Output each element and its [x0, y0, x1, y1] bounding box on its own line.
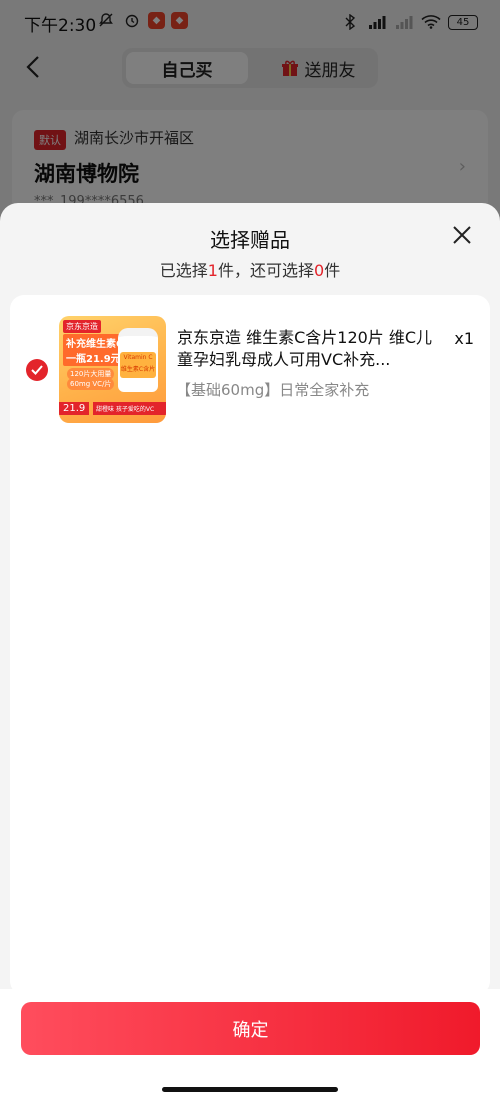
product-thumbnail[interactable]: 京东京造 补充维生素C 一瓶21.9元 120片大用量 60mg VC/片 Vi…	[59, 316, 166, 423]
product-title[interactable]: 京东京造 维生素C含片120片 维C儿童孕妇乳母成人可用VC补充...	[177, 327, 437, 371]
summary-suffix: 件	[324, 261, 341, 280]
gift-selection-sheet: 选择赠品 已选择1件，还可选择0件 京东京造 补充维生素C 一瓶21.9元 12…	[0, 203, 500, 1111]
home-indicator[interactable]	[162, 1087, 338, 1092]
sheet-footer: 确定	[0, 989, 500, 1111]
product-spec: 【基础60mg】日常全家补充	[176, 381, 370, 399]
thumb-price: 21.9	[59, 402, 90, 415]
remaining-count: 0	[314, 261, 325, 280]
bottle-label: Vitamin C 维生素C含片	[120, 352, 156, 378]
selected-count: 1	[207, 261, 218, 280]
summary-prefix: 已选择	[159, 261, 208, 280]
selection-summary: 已选择1件，还可选择0件	[0, 257, 500, 281]
checkbox-checked-icon[interactable]	[26, 359, 48, 381]
confirm-button[interactable]: 确定	[21, 1002, 480, 1055]
thumb-strip: 甜橙味 孩子爱吃的VC	[93, 402, 166, 415]
sheet-title: 选择赠品	[210, 228, 290, 252]
thumb-line4: 60mg VC/片	[67, 378, 115, 390]
summary-middle: 件，还可选择	[217, 261, 314, 280]
close-button[interactable]	[448, 221, 476, 249]
gift-list: 京东京造 补充维生素C 一瓶21.9元 120片大用量 60mg VC/片 Vi…	[10, 295, 490, 995]
product-quantity: x1	[454, 329, 474, 348]
close-icon	[453, 226, 471, 244]
thumb-brand: 京东京造	[63, 320, 101, 333]
thumb-line2: 一瓶21.9元	[63, 349, 124, 366]
